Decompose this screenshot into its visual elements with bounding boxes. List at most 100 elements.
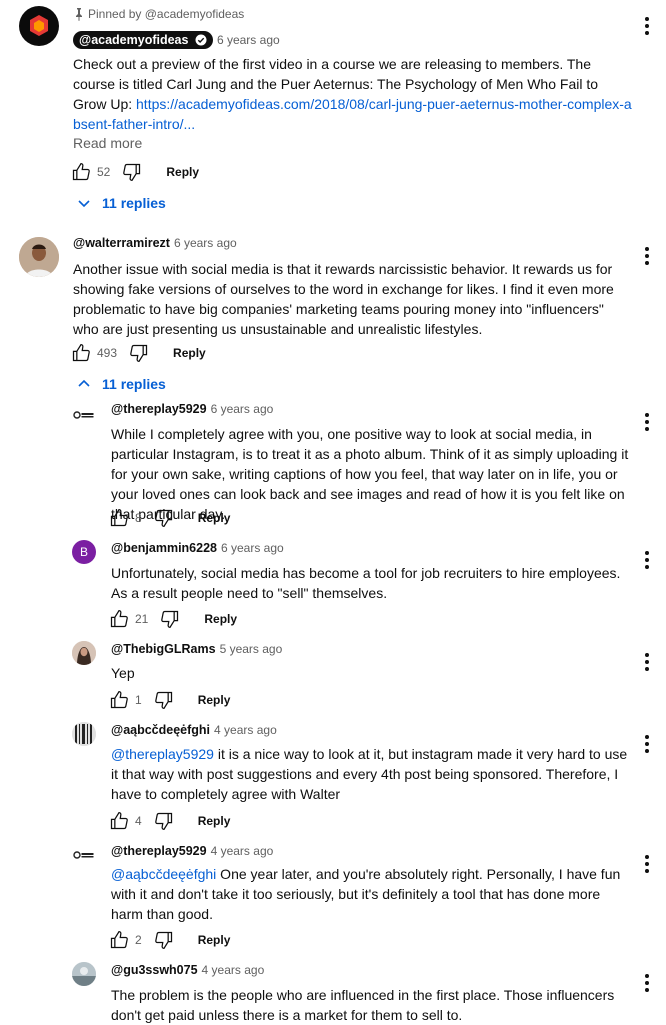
comment-actions: 493 Reply xyxy=(71,341,206,365)
reply-header: @gu3sswh075 4 years ago xyxy=(111,963,264,977)
dislike-icon[interactable] xyxy=(154,508,174,528)
barcode-avatar-icon xyxy=(72,722,96,746)
dislike-icon[interactable] xyxy=(154,930,174,950)
author-handle[interactable]: @walterramirezt xyxy=(73,236,170,250)
reply-header: @ThebigGLRams 5 years ago xyxy=(111,642,282,656)
more-actions-icon[interactable] xyxy=(645,653,649,674)
avatar[interactable] xyxy=(72,962,96,986)
more-actions-icon[interactable] xyxy=(645,17,649,38)
reply-actions: 2 Reply xyxy=(109,928,230,952)
timestamp[interactable]: 5 years ago xyxy=(220,642,283,656)
dislike-icon[interactable] xyxy=(160,609,180,629)
reply-button[interactable]: Reply xyxy=(173,346,206,360)
user-photo-icon xyxy=(19,237,59,277)
author-handle[interactable]: @aąbcčdeęėfghi xyxy=(111,723,210,737)
timestamp[interactable]: 6 years ago xyxy=(211,402,274,416)
replies-toggle[interactable]: 11 replies xyxy=(76,195,166,211)
like-icon[interactable] xyxy=(109,508,129,528)
like-icon[interactable] xyxy=(109,690,129,710)
timestamp[interactable]: 6 years ago xyxy=(221,541,284,555)
like-count: 4 xyxy=(135,814,142,828)
reply-button[interactable]: Reply xyxy=(204,612,237,626)
reply-header: @benjammin6228 6 years ago xyxy=(111,541,284,555)
avatar[interactable] xyxy=(19,6,59,46)
like-count: 52 xyxy=(97,165,111,179)
more-actions-icon[interactable] xyxy=(645,413,649,434)
read-more-button[interactable]: Read more xyxy=(73,135,142,151)
like-count: 21 xyxy=(135,612,149,626)
like-icon[interactable] xyxy=(71,162,91,182)
comment-header: @walterramirezt 6 years ago xyxy=(73,236,237,250)
author-handle[interactable]: @gu3sswh075 xyxy=(111,963,198,977)
reply-actions: 21 Reply xyxy=(109,607,237,631)
dislike-icon[interactable] xyxy=(154,811,174,831)
reply-text: @aąbcčdeęėfghi One year later, and you'r… xyxy=(111,866,621,922)
reply-header: @thereplay5929 6 years ago xyxy=(111,402,273,416)
more-actions-icon[interactable] xyxy=(645,735,649,756)
more-actions-icon[interactable] xyxy=(645,855,649,876)
avatar[interactable] xyxy=(72,722,96,746)
pin-icon xyxy=(76,8,82,21)
author-handle[interactable]: @benjammin6228 xyxy=(111,541,217,555)
timestamp[interactable]: 4 years ago xyxy=(202,963,265,977)
reply-button[interactable]: Reply xyxy=(198,693,231,707)
reply-actions: 4 Reply xyxy=(109,809,230,833)
avatar[interactable] xyxy=(72,843,96,867)
reply-header: @thereplay5929 4 years ago xyxy=(111,844,273,858)
reply-actions: 8 Reply xyxy=(109,506,230,530)
verified-icon xyxy=(195,34,207,46)
dislike-icon[interactable] xyxy=(129,343,149,363)
channel-logo-icon xyxy=(73,411,94,419)
reply-text: Yep xyxy=(111,665,135,681)
like-icon[interactable] xyxy=(71,343,91,363)
chevron-up-icon xyxy=(78,379,90,387)
like-count: 493 xyxy=(97,346,118,360)
avatar[interactable]: B xyxy=(72,540,96,564)
replies-toggle[interactable]: 11 replies xyxy=(76,376,166,392)
more-actions-icon[interactable] xyxy=(645,247,649,268)
comment-text: Another issue with social media is that … xyxy=(73,261,614,337)
reply-actions: 1 Reply xyxy=(109,688,230,712)
author-handle[interactable]: @thereplay5929 xyxy=(111,844,207,858)
user-photo-icon xyxy=(72,962,96,986)
comment-link[interactable]: https://academyofideas.com/2018/08/carl-… xyxy=(73,96,632,132)
more-actions-icon[interactable] xyxy=(645,974,649,995)
reply-text: The problem is the people who are influe… xyxy=(111,987,615,1023)
avatar[interactable] xyxy=(72,403,96,427)
dislike-icon[interactable] xyxy=(154,690,174,710)
like-count: 8 xyxy=(135,511,142,525)
avatar[interactable] xyxy=(19,237,59,277)
reply-text: @thereplay5929 it is a nice way to look … xyxy=(111,746,628,802)
timestamp[interactable]: 4 years ago xyxy=(211,844,274,858)
channel-logo-icon xyxy=(73,851,94,859)
mention-link[interactable]: @aąbcčdeęėfghi xyxy=(111,866,216,882)
like-icon[interactable] xyxy=(109,930,129,950)
user-photo-icon xyxy=(72,641,96,665)
comment-text: Check out a preview of the first video i… xyxy=(73,56,632,132)
reply-header: @aąbcčdeęėfghi 4 years ago xyxy=(111,723,277,737)
like-count: 2 xyxy=(135,933,142,947)
like-icon[interactable] xyxy=(109,811,129,831)
author-handle[interactable]: @thereplay5929 xyxy=(111,402,207,416)
author-handle[interactable]: @ThebigGLRams xyxy=(111,642,216,656)
comment-actions: 52 Reply xyxy=(71,160,199,184)
reply-button[interactable]: Reply xyxy=(198,814,231,828)
like-icon[interactable] xyxy=(109,609,129,629)
avatar[interactable] xyxy=(72,641,96,665)
more-actions-icon[interactable] xyxy=(645,551,649,572)
author-chip[interactable]: @academyofideas xyxy=(73,31,213,49)
like-count: 1 xyxy=(135,693,142,707)
pinned-label: Pinned by @academyofideas xyxy=(73,7,244,21)
timestamp[interactable]: 6 years ago xyxy=(174,236,237,250)
timestamp[interactable]: 6 years ago xyxy=(217,33,280,47)
chevron-down-icon xyxy=(78,200,90,208)
reply-button[interactable]: Reply xyxy=(198,511,231,525)
reply-text: Unfortunately, social media has become a… xyxy=(111,565,621,601)
mention-link[interactable]: @thereplay5929 xyxy=(111,746,214,762)
reply-button[interactable]: Reply xyxy=(166,165,199,179)
academy-logo-icon xyxy=(30,15,48,36)
comment-header: @academyofideas 6 years ago xyxy=(73,31,280,49)
timestamp[interactable]: 4 years ago xyxy=(214,723,277,737)
dislike-icon[interactable] xyxy=(122,162,142,182)
reply-button[interactable]: Reply xyxy=(198,933,231,947)
